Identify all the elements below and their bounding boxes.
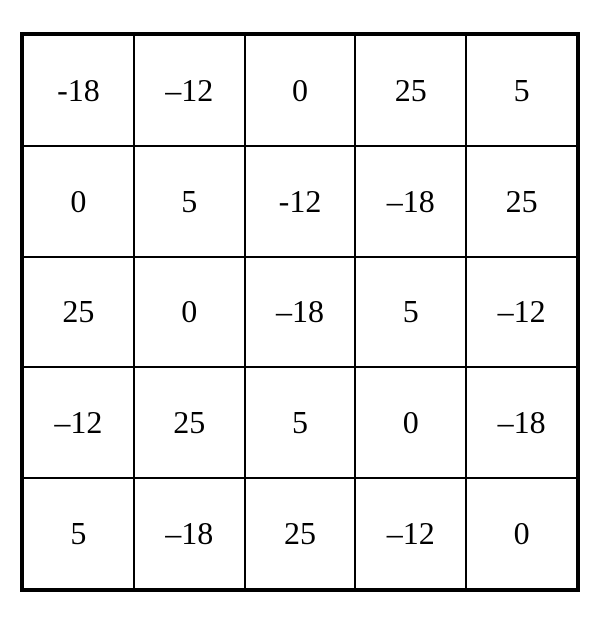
grid-cell: 0	[134, 257, 245, 368]
grid-cell: –18	[355, 146, 466, 257]
grid-cell: 25	[134, 367, 245, 478]
grid-cell: –12	[466, 257, 577, 368]
grid-cell: 5	[23, 478, 134, 589]
grid-cell: 5	[245, 367, 356, 478]
grid-cell: 0	[466, 478, 577, 589]
grid-cell: 0	[23, 146, 134, 257]
grid-cell: 5	[355, 257, 466, 368]
grid-cell: 5	[134, 146, 245, 257]
grid-cell: 25	[245, 478, 356, 589]
grid-cell: 25	[355, 35, 466, 146]
grid-cell: –12	[355, 478, 466, 589]
grid-cell: 5	[466, 35, 577, 146]
grid-cell: –18	[245, 257, 356, 368]
grid-cell: -18	[23, 35, 134, 146]
grid-cell: 25	[466, 146, 577, 257]
grid-cell: -12	[245, 146, 356, 257]
grid-cell: –18	[466, 367, 577, 478]
grid-cell: 0	[245, 35, 356, 146]
grid-cell: –18	[134, 478, 245, 589]
number-grid: -18 –12 0 25 5 0 5 -12 –18 25 25 0 –18 5…	[20, 32, 580, 592]
grid-cell: 25	[23, 257, 134, 368]
grid-cell: –12	[134, 35, 245, 146]
grid-cell: –12	[23, 367, 134, 478]
grid-cell: 0	[355, 367, 466, 478]
